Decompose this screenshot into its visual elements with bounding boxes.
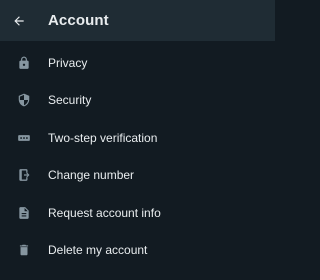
phone-change-icon: [0, 168, 48, 182]
password-dots-icon: [0, 131, 48, 145]
back-button[interactable]: [0, 0, 38, 41]
settings-list: Privacy Security Two-step verification C…: [0, 44, 275, 269]
settings-item-delete-account[interactable]: Delete my account: [0, 232, 275, 270]
trash-icon: [0, 243, 48, 257]
arrow-left-icon: [14, 15, 24, 26]
settings-item-label: Request account info: [48, 205, 161, 220]
shield-icon: [0, 93, 48, 107]
settings-item-label: Security: [48, 93, 92, 108]
lock-icon: [0, 56, 48, 70]
settings-item-two-step-verification[interactable]: Two-step verification: [0, 119, 275, 157]
page-title: Account: [48, 12, 109, 29]
app-bar: Account: [0, 0, 275, 41]
settings-item-label: Privacy: [48, 55, 88, 70]
account-settings-screen: Account Privacy Security Two-step verifi…: [0, 0, 275, 280]
settings-item-label: Change number: [48, 168, 135, 183]
settings-item-label: Two-step verification: [48, 130, 158, 145]
settings-item-label: Delete my account: [48, 243, 148, 258]
document-icon: [0, 206, 48, 220]
settings-item-request-account-info[interactable]: Request account info: [0, 194, 275, 232]
settings-item-change-number[interactable]: Change number: [0, 157, 275, 195]
settings-item-privacy[interactable]: Privacy: [0, 44, 275, 82]
settings-item-security[interactable]: Security: [0, 82, 275, 120]
